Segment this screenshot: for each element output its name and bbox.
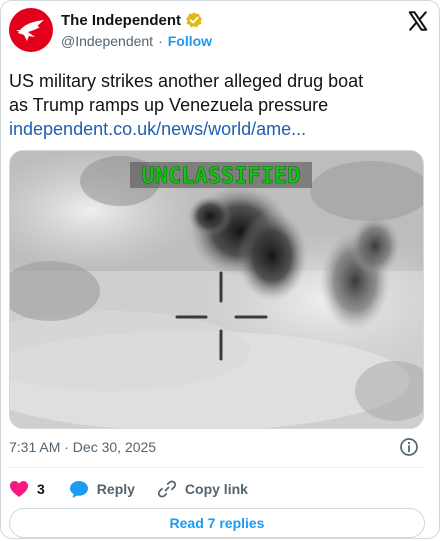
tweet-header: The Independent @Independent · Follow — [9, 8, 429, 54]
article-link[interactable]: independent.co.uk/news/world/ame... — [9, 117, 427, 141]
reply-button[interactable]: Reply — [69, 480, 135, 499]
link-icon — [157, 480, 177, 498]
tweet-text-line-2: as Trump ramps up Venezuela pressure — [9, 95, 329, 115]
heart-icon — [10, 481, 28, 497]
x-logo-icon[interactable] — [407, 10, 429, 32]
copy-link-button[interactable]: Copy link — [157, 479, 248, 499]
like-button[interactable]: 3 — [9, 480, 45, 498]
tweet-media-image[interactable]: UNCLASSIFIED — [9, 150, 424, 429]
avatar[interactable] — [9, 8, 53, 52]
separator-dot: · — [158, 33, 163, 49]
unclassified-overlay: UNCLASSIFIED — [142, 164, 301, 189]
tweet-timestamp[interactable]: 7:31 AM · Dec 30, 2025 — [9, 439, 156, 455]
info-icon[interactable] — [399, 437, 419, 457]
like-count: 3 — [37, 481, 45, 497]
divider — [9, 467, 425, 468]
strike-footage: UNCLASSIFIED — [10, 151, 423, 428]
reply-label: Reply — [96, 481, 135, 497]
reply-bubble-icon — [69, 480, 88, 498]
verified-badge-icon — [186, 12, 202, 28]
author-names: The Independent @Independent · Follow — [61, 11, 212, 50]
author-name[interactable]: The Independent — [61, 12, 181, 29]
read-replies-button[interactable]: Read 7 replies — [9, 508, 425, 538]
tweet-card: The Independent @Independent · Follow US… — [0, 0, 440, 539]
eagle-logo-icon — [16, 20, 44, 41]
tweet-text-line-1: US military strikes another alleged drug… — [9, 71, 364, 91]
follow-button[interactable]: Follow — [168, 33, 212, 49]
tweet-actions: 3 Reply Copy link — [9, 478, 270, 500]
copy-link-label: Copy link — [184, 481, 248, 497]
author-handle[interactable]: @Independent — [61, 33, 153, 49]
tweet-text: US military strikes another alleged drug… — [9, 69, 427, 141]
